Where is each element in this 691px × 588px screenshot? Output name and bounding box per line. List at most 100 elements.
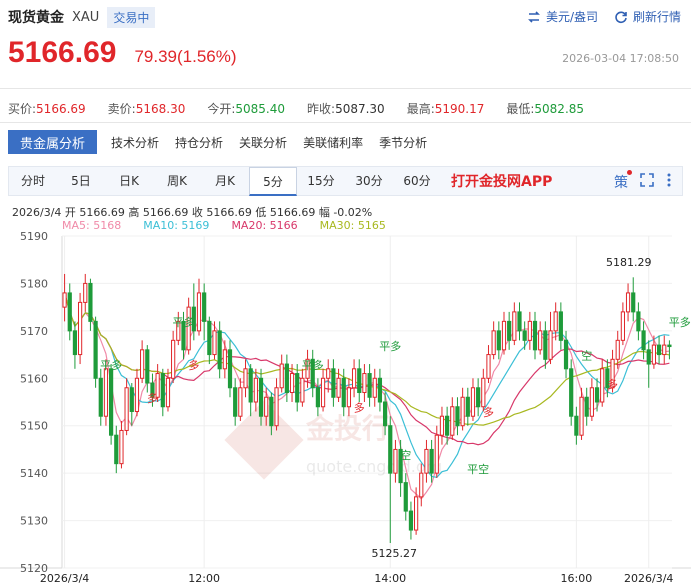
- low-annotation: 5125.27: [372, 547, 418, 560]
- analysis-tab[interactable]: 美联储利率: [295, 130, 371, 154]
- quote-stat: 买价:5166.69: [8, 100, 86, 117]
- candle-body: [538, 330, 543, 351]
- signal-label: 空: [400, 448, 411, 462]
- candle-body: [569, 368, 574, 417]
- candle-body: [258, 377, 264, 417]
- candle-body: [408, 510, 414, 531]
- ohlc-readout: 2026/3/4 开 5166.69 高 5166.69 收 5166.69 低…: [12, 206, 373, 219]
- analysis-tab[interactable]: 技术分析: [103, 130, 167, 154]
- period-tab[interactable]: 月K: [201, 167, 249, 196]
- instrument-name: 现货黄金: [8, 10, 64, 26]
- quote-stat-value: 5190.17: [434, 102, 485, 116]
- y-tick-label: 5170: [20, 325, 48, 338]
- price-change: 79.39(1.56%): [134, 47, 237, 66]
- y-tick-label: 5130: [20, 515, 48, 528]
- candle-body: [207, 320, 212, 356]
- quote-stat-label: 买价:: [8, 102, 37, 116]
- quote-timestamp: 2026-03-04 17:08:50: [562, 52, 679, 65]
- candle-body: [481, 377, 486, 408]
- analysis-tab[interactable]: 持仓分析: [167, 130, 231, 154]
- period-tab[interactable]: 30分: [345, 167, 393, 196]
- ma-legend-item: MA5: 5168: [62, 219, 122, 232]
- quote-stat-label: 最低:: [506, 102, 535, 116]
- candle-body: [88, 282, 93, 322]
- candle-body: [512, 311, 517, 341]
- period-tab[interactable]: 周K: [153, 167, 201, 196]
- candle-body: [589, 387, 594, 417]
- period-tab[interactable]: 60分: [393, 167, 441, 196]
- period-tab[interactable]: 日K: [105, 167, 153, 196]
- header-actions: 美元/盎司 刷新行情: [527, 8, 681, 25]
- candlestick-chart[interactable]: 519051805170516051505140513051202026/3/4…: [0, 232, 691, 588]
- strategy-label: 策: [614, 175, 628, 191]
- candle-body: [362, 373, 367, 394]
- candle-body: [656, 344, 662, 356]
- candle-body: [631, 292, 636, 313]
- analysis-tab[interactable]: 季节分析: [371, 130, 435, 154]
- signal-label: 平多: [100, 358, 122, 372]
- candle-body: [641, 330, 646, 351]
- currency-switch-button[interactable]: 美元/盎司: [527, 8, 598, 25]
- more-options-button[interactable]: [666, 173, 672, 191]
- y-tick-label: 5140: [20, 467, 48, 480]
- candle-body: [248, 368, 253, 403]
- period-tab[interactable]: 5分: [249, 166, 297, 196]
- candle-body: [460, 396, 465, 427]
- open-app-link[interactable]: 打开金投网APP: [451, 171, 552, 191]
- refresh-button[interactable]: 刷新行情: [614, 8, 681, 25]
- candle-body: [124, 387, 129, 431]
- candle-body: [264, 396, 269, 417]
- y-tick-label: 5150: [20, 420, 48, 433]
- notification-dot: [627, 170, 632, 175]
- candle-body: [253, 377, 258, 403]
- candle-body: [331, 368, 336, 398]
- y-tick-label: 5160: [20, 372, 48, 385]
- candle-body: [171, 339, 176, 379]
- candle-body: [496, 330, 501, 351]
- period-tab[interactable]: 15分: [297, 167, 345, 196]
- analysis-tab[interactable]: 贵金属分析: [8, 130, 98, 154]
- candle-body: [527, 320, 532, 341]
- candle-body: [455, 406, 460, 427]
- candle-body: [558, 311, 563, 341]
- candle-body: [507, 320, 512, 341]
- candle-body: [196, 292, 202, 332]
- strategy-button[interactable]: 策: [614, 170, 632, 192]
- more-vertical-icon: [667, 173, 671, 187]
- candle-body: [357, 368, 362, 394]
- candle-body: [77, 301, 83, 356]
- candle-body: [651, 344, 657, 365]
- quote-stat: 最高:5190.17: [407, 100, 485, 117]
- candle-body: [212, 330, 217, 356]
- signal-label: 平多: [669, 315, 691, 329]
- candle-body: [600, 368, 605, 403]
- expand-button[interactable]: [640, 173, 654, 191]
- ma-legend-item: MA20: 5166: [231, 219, 298, 232]
- expand-icon: [640, 173, 654, 187]
- candle-body: [553, 311, 558, 332]
- candle-body: [289, 373, 295, 394]
- x-tick-label: 2026/3/4: [40, 572, 89, 585]
- quote-stat-label: 最高:: [406, 102, 435, 116]
- quote-stats: 买价:5166.69 卖价:5168.30 今开:5085.40 昨收:5087.30…: [8, 100, 683, 117]
- quote-stat-value: 5085.40: [235, 102, 286, 116]
- candle-body: [326, 368, 331, 379]
- quote-stat-value: 5087.30: [335, 102, 385, 116]
- candle-body: [615, 339, 620, 360]
- signal-label: 多: [354, 400, 365, 414]
- signal-label: 平多: [379, 339, 401, 353]
- candle-body: [336, 377, 341, 398]
- candle-body: [377, 377, 383, 403]
- price-block: 5166.69 79.39(1.56%): [8, 36, 237, 70]
- signal-label: 平多: [302, 358, 324, 372]
- candle-body: [382, 401, 388, 427]
- refresh-label: 刷新行情: [632, 10, 681, 24]
- candle-body: [424, 448, 429, 474]
- analysis-tab[interactable]: 关联分析: [231, 130, 295, 154]
- period-tab[interactable]: 5日: [57, 167, 105, 196]
- x-tick-label: 16:00: [561, 572, 593, 585]
- trading-status-badge: 交易中: [107, 6, 156, 28]
- candle-body: [419, 472, 424, 498]
- candle-body: [103, 368, 109, 417]
- period-tab[interactable]: 分时: [9, 167, 57, 196]
